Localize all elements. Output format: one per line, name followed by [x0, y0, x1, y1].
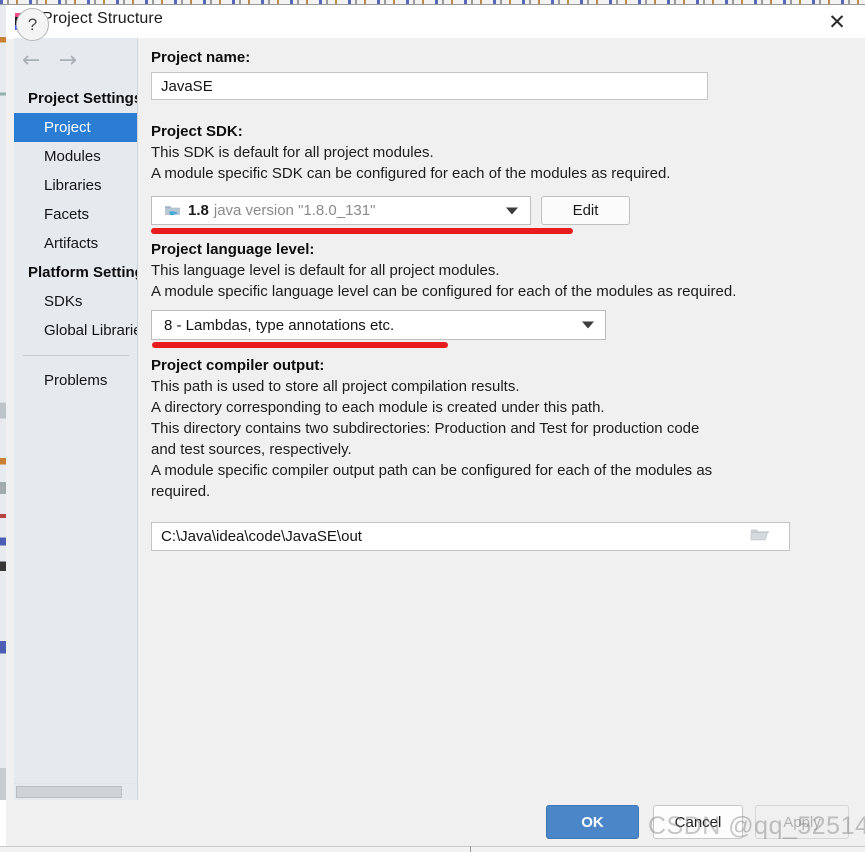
project-sdk-desc-line-1: This SDK is default for all project modu…	[151, 144, 434, 161]
sidebar-group-project-settings: Project Settings	[28, 90, 138, 107]
sidebar-divider	[22, 355, 130, 356]
help-button[interactable]: ?	[16, 8, 49, 41]
language-level-label: Project language level:	[151, 241, 315, 258]
project-sdk-version-description: java version "1.8.0_131"	[213, 202, 376, 219]
project-sdk-version: 1.8	[188, 202, 209, 219]
project-sdk-label: Project SDK:	[151, 123, 243, 140]
java-sdk-folder-icon	[164, 203, 182, 219]
project-settings-pane: Project name: JavaSE Project SDK: This S…	[139, 38, 865, 800]
project-sdk-dropdown[interactable]: 1.8 java version "1.8.0_131"	[151, 196, 531, 225]
project-name-input[interactable]: JavaSE	[151, 72, 708, 100]
sidebar-item-global-libraries[interactable]: Global Libraries	[14, 316, 137, 345]
cancel-button[interactable]: Cancel	[653, 805, 743, 839]
arrow-right-icon[interactable]: →	[58, 50, 76, 72]
background-divider-vertical	[470, 846, 471, 852]
project-name-label: Project name:	[151, 49, 251, 66]
sidebar-item-facets[interactable]: Facets	[14, 200, 137, 229]
sidebar-item-project[interactable]: Project	[14, 113, 137, 142]
arrow-left-icon[interactable]: ←	[22, 50, 40, 72]
annotation-underline-sdk	[151, 228, 573, 234]
screen-root: Project Structure ✕ ← → Project Settings…	[0, 0, 865, 852]
compiler-output-desc-line-3: This directory contains two subdirectori…	[151, 420, 700, 437]
project-sdk-desc-line-2: A module specific SDK can be configured …	[151, 165, 671, 182]
background-divider-bottom	[0, 846, 865, 847]
sidebar-item-libraries[interactable]: Libraries	[14, 171, 137, 200]
annotation-underline-language-level	[152, 342, 448, 348]
folder-open-icon[interactable]	[750, 527, 854, 547]
compiler-output-path-input[interactable]: C:\Java\idea\code\JavaSE\out	[151, 522, 790, 551]
apply-button: Apply	[755, 805, 849, 839]
settings-sidebar: ← → Project Settings Project Modules Lib…	[14, 38, 138, 800]
sidebar-item-modules[interactable]: Modules	[14, 142, 137, 171]
sidebar-item-sdks[interactable]: SDKs	[14, 287, 137, 316]
dialog-body: ← → Project Settings Project Modules Lib…	[6, 38, 865, 800]
project-structure-dialog: Project Structure ✕ ← → Project Settings…	[6, 5, 865, 800]
compiler-output-desc-line-2: A directory corresponding to each module…	[151, 399, 605, 416]
language-level-desc-line-1: This language level is default for all p…	[151, 262, 500, 279]
dialog-title: Project Structure	[42, 10, 163, 27]
sidebar-nav-arrows: ← →	[22, 50, 77, 72]
ok-button[interactable]: OK	[546, 805, 639, 839]
close-icon[interactable]: ✕	[824, 10, 850, 34]
sidebar-horizontal-scrollbar[interactable]	[14, 783, 137, 800]
sidebar-item-artifacts[interactable]: Artifacts	[14, 229, 137, 258]
compiler-output-desc-line-5: A module specific compiler output path c…	[151, 462, 713, 479]
compiler-output-desc-line-6: required.	[151, 483, 211, 500]
sidebar-scrollbar-thumb[interactable]	[16, 786, 122, 798]
sidebar-item-problems[interactable]: Problems	[14, 366, 137, 395]
compiler-output-desc-line-4: and test sources, respectively.	[151, 441, 352, 458]
dialog-titlebar: Project Structure ✕	[6, 5, 865, 39]
compiler-output-desc-line-1: This path is used to store all project c…	[151, 378, 520, 395]
sidebar-group-platform-settings: Platform Settings	[28, 264, 137, 281]
compiler-output-label: Project compiler output:	[151, 357, 325, 374]
chevron-down-icon[interactable]	[506, 207, 518, 214]
sidebar-nav-list: Project Settings Project Modules Librari…	[14, 84, 138, 395]
background-editor-strip-bottom	[0, 846, 865, 852]
language-level-dropdown[interactable]: 8 - Lambdas, type annotations etc.	[151, 310, 606, 340]
language-level-desc-line-2: A module specific language level can be …	[151, 283, 737, 300]
edit-sdk-button[interactable]: Edit	[541, 196, 630, 225]
